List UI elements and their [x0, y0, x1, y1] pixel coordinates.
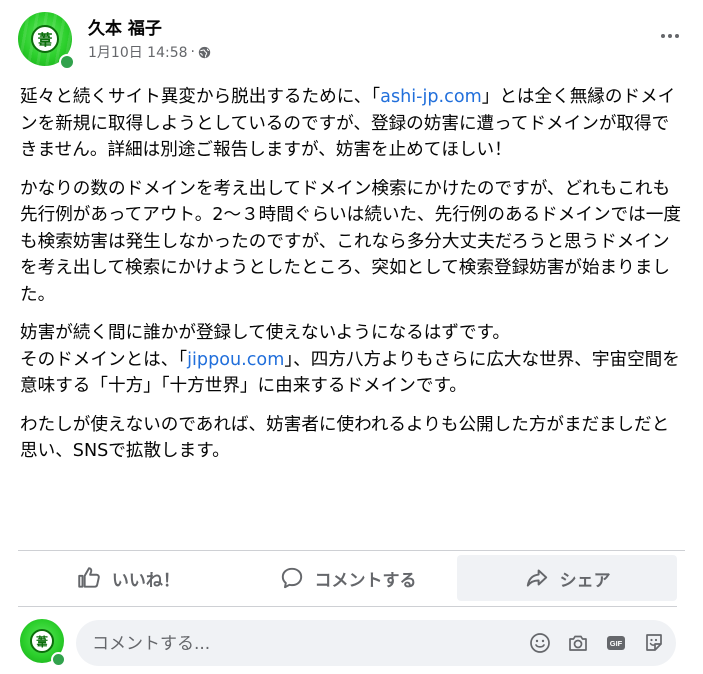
svg-text:GIF: GIF — [610, 639, 623, 648]
facebook-post: 葦 久本 福子 1月10日 14:58 · 延々と続くサイト異変から脱出するため… — [0, 0, 703, 674]
online-status-dot — [59, 54, 75, 70]
author-name[interactable]: 久本 福子 — [88, 14, 162, 39]
avatar-emblem: 葦 — [31, 25, 59, 53]
gif-icon[interactable]: GIF — [604, 631, 628, 655]
share-label: シェア — [559, 570, 611, 591]
emoji-icon[interactable] — [528, 631, 552, 655]
meta-separator: · — [190, 44, 195, 60]
sticker-icon[interactable] — [642, 631, 666, 655]
like-button[interactable]: いいね！ — [18, 555, 238, 601]
post-paragraph-1: 延々と続くサイト異変から脱出するために、「ashi-jp.com」とは全く無縁の… — [20, 84, 684, 164]
thumbs-up-icon — [78, 567, 100, 588]
more-options-button[interactable] — [655, 24, 685, 48]
post-paragraph-4: わたしが使えないのであれば、妨害者に使われるよりも公開した方がまだましだと思い、… — [20, 414, 670, 462]
comment-label: コメントする — [314, 570, 417, 591]
share-arrow-icon — [526, 569, 547, 587]
composer-icons: GIF — [528, 631, 666, 655]
domain-link[interactable]: jippou.com — [187, 350, 284, 370]
more-horizontal-icon-dot — [668, 34, 672, 38]
more-horizontal-icon — [661, 34, 665, 38]
comment-input[interactable] — [90, 620, 504, 668]
camera-icon[interactable] — [566, 631, 590, 655]
commenter-online-dot — [51, 652, 66, 667]
text-segment: 妨害が続く間に誰かが登録して使えないようになるはずです。 — [20, 323, 510, 343]
actions-divider-top — [18, 550, 685, 551]
globe-icon[interactable] — [198, 46, 211, 59]
post-actions: いいね！ コメントする シェア — [18, 555, 678, 601]
post-paragraph-2: かなりの数のドメインを考え出してドメイン検索にかけたのですが、どれもこれも先行例… — [20, 178, 681, 305]
post-meta: 1月10日 14:58 · — [88, 42, 211, 62]
post-paragraph-3: 妨害が続く間に誰かが登録して使えないようになるはずです。 そのドメインとは、「ji… — [20, 320, 684, 400]
more-horizontal-icon-dot — [675, 34, 679, 38]
avatar-emblem: 葦 — [30, 629, 54, 653]
post-timestamp[interactable]: 1月10日 14:58 — [88, 42, 188, 62]
speech-bubble-icon — [281, 567, 302, 589]
share-button[interactable]: シェア — [457, 555, 678, 601]
text-segment: 延々と続くサイト異変から脱出するために、「 — [20, 87, 381, 107]
comment-composer[interactable]: GIF — [76, 620, 676, 668]
post-header: 葦 久本 福子 1月10日 14:58 · — [18, 12, 685, 72]
text-segment: そのドメインとは、「 — [20, 349, 188, 370]
post-body: 延々と続くサイト異変から脱出するために、「ashi-jp.com」とは全く無縁の… — [20, 84, 684, 477]
like-label: いいね！ — [111, 570, 180, 591]
comment-button[interactable]: コメントする — [238, 555, 458, 601]
domain-link[interactable]: ashi-jp.com — [380, 87, 482, 107]
actions-divider-bottom — [18, 606, 677, 607]
